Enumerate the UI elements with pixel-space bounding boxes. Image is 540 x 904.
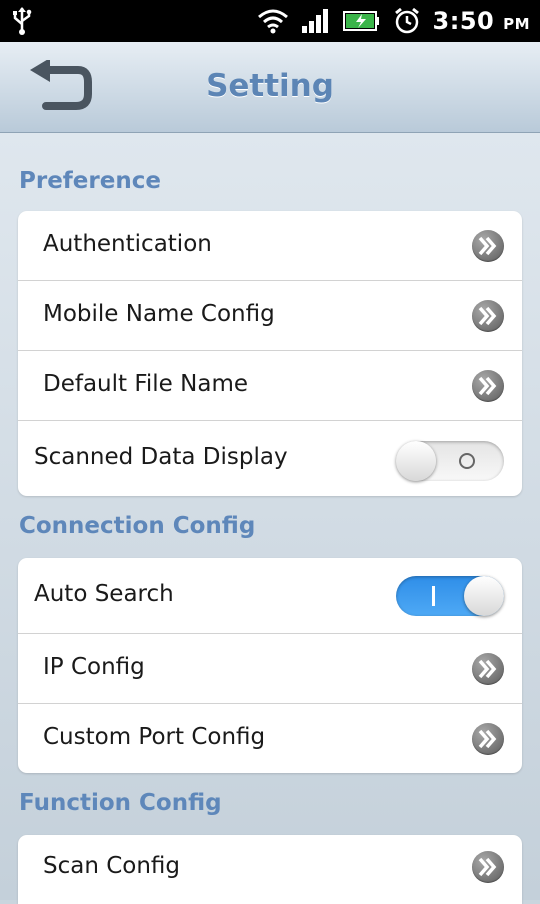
- toggle-knob: [396, 441, 436, 481]
- toggle-knob: [464, 576, 504, 616]
- setting-default-file-name[interactable]: Default File Name: [18, 351, 522, 421]
- section-title-connection-config: Connection Config: [19, 513, 256, 539]
- usb-icon: [13, 7, 32, 35]
- setting-scanned-data-display: Scanned Data Display: [18, 421, 522, 496]
- chevron-right-icon: [472, 851, 504, 883]
- chevron-right-icon: [472, 653, 504, 685]
- setting-ip-config[interactable]: IP Config: [18, 634, 522, 704]
- battery-charging-icon: [342, 11, 379, 31]
- wifi-icon: [257, 9, 288, 34]
- setting-auto-search: Auto Search: [18, 558, 522, 634]
- clock-time: 3:50: [432, 7, 495, 35]
- setting-label: Scan Config: [43, 853, 181, 879]
- setting-label: Authentication: [43, 231, 212, 257]
- chevron-right-icon: [472, 723, 504, 755]
- section-title-preference: Preference: [19, 168, 161, 194]
- scanned-data-display-toggle[interactable]: [396, 441, 504, 481]
- auto-search-toggle[interactable]: [396, 576, 504, 616]
- setting-label: Default File Name: [43, 371, 249, 397]
- setting-authentication[interactable]: Authentication: [18, 211, 522, 281]
- chevron-right-icon: [472, 300, 504, 332]
- clock-ampm: PM: [503, 15, 530, 33]
- clock: 3:50 PM: [433, 7, 530, 35]
- title-bar: Setting: [0, 42, 540, 133]
- page-title: Setting: [206, 68, 334, 104]
- group-connection-config: Auto Search IP Config Custom Port Config: [18, 558, 522, 773]
- chevron-right-icon: [472, 230, 504, 262]
- setting-label: Auto Search: [34, 581, 174, 607]
- setting-label: IP Config: [43, 654, 145, 680]
- toggle-off-mark: [459, 453, 475, 469]
- status-bar: 3:50 PM: [0, 0, 540, 42]
- setting-label: Mobile Name Config: [43, 301, 275, 327]
- group-function-config: Scan Config: [18, 835, 522, 904]
- setting-label: Scanned Data Display: [34, 444, 288, 470]
- setting-mobile-name-config[interactable]: Mobile Name Config: [18, 281, 522, 351]
- alarm-icon: [394, 7, 419, 34]
- settings-content[interactable]: Preference Authentication Mobile Name Co…: [0, 133, 540, 904]
- chevron-right-icon: [472, 370, 504, 402]
- setting-label: Custom Port Config: [43, 724, 266, 750]
- setting-scan-config[interactable]: Scan Config: [18, 835, 522, 904]
- setting-custom-port-config[interactable]: Custom Port Config: [18, 704, 522, 773]
- group-preference: Authentication Mobile Name Config Defaul…: [18, 211, 522, 496]
- toggle-on-mark: [432, 586, 435, 606]
- section-title-function-config: Function Config: [19, 790, 222, 816]
- signal-icon: [301, 9, 328, 33]
